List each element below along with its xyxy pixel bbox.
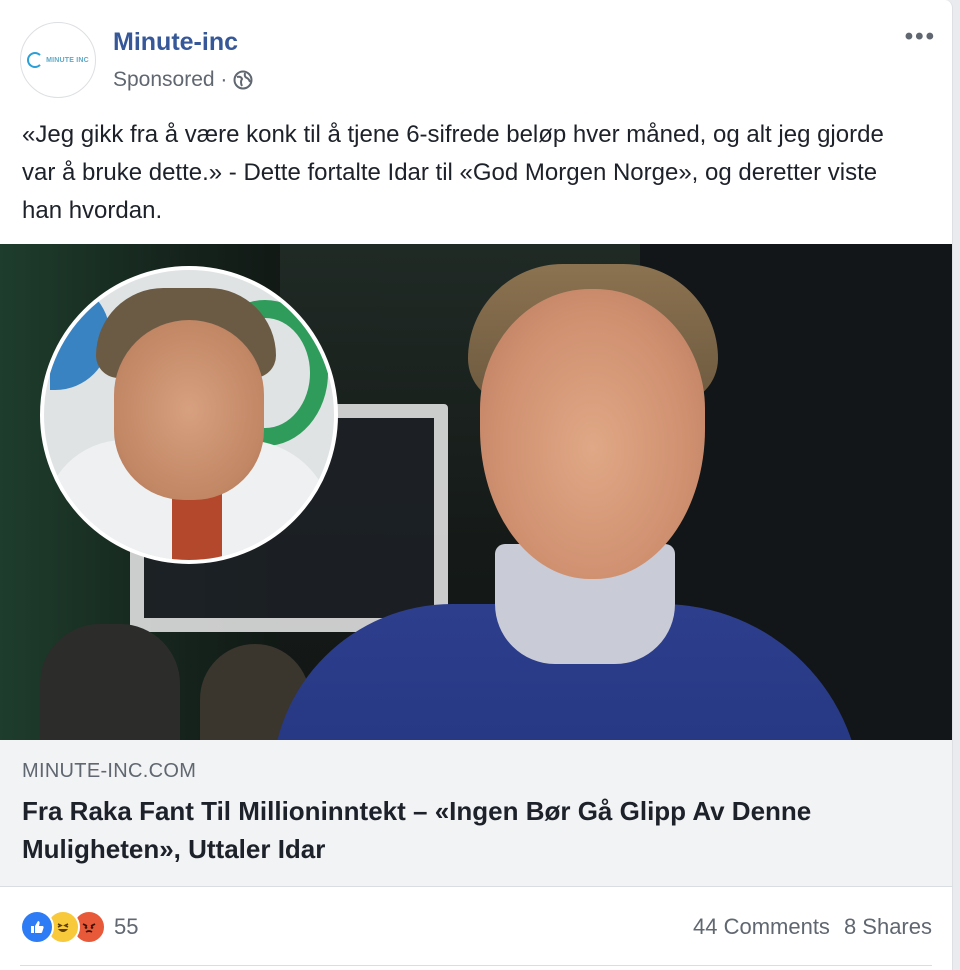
post-text: «Jeg gikk fra å være konk til å tjene 6-… [22, 121, 884, 224]
logo-ring-icon [27, 52, 44, 68]
globe-icon[interactable] [233, 70, 253, 90]
inset-portrait [40, 266, 338, 564]
shares-link[interactable]: 8 Shares [844, 914, 932, 940]
inset-face [114, 320, 264, 500]
minute-inc-logo: MINUTE INC [27, 52, 89, 68]
link-preview[interactable]: MINUTE-INC.COM Fra Raka Fant Til Million… [0, 740, 952, 887]
page-name-link[interactable]: Minute-inc [113, 28, 238, 57]
engagement-stats: 44 Comments 8 Shares [693, 914, 932, 940]
post-footer: 55 44 Comments 8 Shares [20, 900, 932, 952]
post-meta: Sponsored · [113, 68, 253, 92]
link-headline[interactable]: Fra Raka Fant Til Millioninntekt – «Inge… [22, 792, 932, 868]
like-icon [20, 910, 54, 944]
man-face [480, 289, 705, 579]
audience-head [40, 624, 180, 740]
post-header: MINUTE INC Minute-inc Sponsored · ••• [20, 22, 934, 102]
reactions-summary[interactable]: 55 [20, 910, 138, 944]
footer-divider [20, 965, 932, 966]
post-image[interactable] [0, 244, 952, 740]
comments-link[interactable]: 44 Comments [693, 914, 830, 940]
sponsored-post: MINUTE INC Minute-inc Sponsored · ••• «J… [0, 0, 953, 970]
link-domain: MINUTE-INC.COM [22, 760, 197, 782]
reaction-count[interactable]: 55 [114, 914, 138, 940]
logo-text: MINUTE INC [46, 56, 89, 64]
page-avatar[interactable]: MINUTE INC [20, 22, 96, 98]
sponsored-label[interactable]: Sponsored · [113, 68, 227, 92]
more-options-icon[interactable]: ••• [905, 22, 936, 52]
